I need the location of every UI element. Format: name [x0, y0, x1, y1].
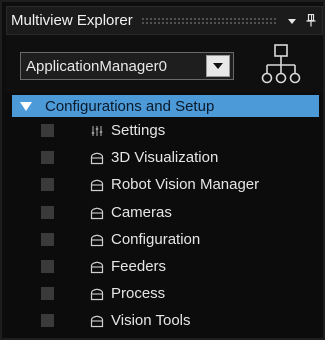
tree-item-settings[interactable]: Settings [6, 119, 323, 145]
expand-triangle-icon[interactable] [20, 101, 32, 111]
tree-item-checkbox[interactable] [41, 287, 54, 300]
application-selector-value: ApplicationManager0 [26, 57, 167, 75]
tree-node-configurations-and-setup[interactable]: Configurations and Setup [12, 95, 319, 117]
settings-sliders-icon [91, 126, 103, 136]
folder-icon [90, 315, 104, 328]
explorer-toolbar: ApplicationManager0 [6, 35, 323, 93]
panel-title: Multiview Explorer [11, 12, 133, 29]
explorer-tree: Configurations and Setup Settings 3D Vis… [6, 93, 323, 338]
folder-icon [90, 234, 104, 247]
panel-menu-button[interactable] [284, 13, 300, 29]
folder-icon [90, 179, 104, 192]
folder-icon [90, 152, 104, 165]
tree-item-checkbox[interactable] [41, 314, 54, 327]
tree-item-label: Process [111, 285, 166, 302]
tree-item-label: 3D Visualization [111, 149, 219, 166]
tree-item-process[interactable]: Process [6, 282, 323, 308]
tree-item-cameras[interactable]: Cameras [6, 201, 323, 227]
tree-item-vision-tools[interactable]: Vision Tools [6, 309, 323, 335]
tree-item-checkbox[interactable] [41, 151, 54, 164]
tree-item-label: Feeders [111, 258, 167, 275]
tree-item-3d-visualization[interactable]: 3D Visualization [6, 146, 323, 172]
tree-item-checkbox[interactable] [41, 206, 54, 219]
tree-item-label: Cameras [111, 204, 172, 221]
tree-item-robot-vision-manager[interactable]: Robot Vision Manager [6, 173, 323, 199]
multiview-explorer-panel: Multiview Explorer ApplicationManager0 C… [0, 0, 325, 340]
folder-icon [90, 261, 104, 274]
tree-item-checkbox[interactable] [41, 178, 54, 191]
folder-icon [90, 288, 104, 301]
tree-item-label: Configuration [111, 231, 201, 248]
tree-node-label: Configurations and Setup [45, 97, 215, 115]
pin-icon [306, 14, 316, 27]
application-selector[interactable]: ApplicationManager0 [20, 52, 234, 80]
folder-icon [90, 207, 104, 220]
title-grip[interactable] [140, 17, 278, 24]
dropdown-arrow-icon [288, 18, 296, 24]
tree-item-feeders[interactable]: Feeders [6, 255, 323, 281]
chevron-down-icon [213, 63, 223, 69]
pin-button[interactable] [303, 13, 319, 29]
tree-item-label: Robot Vision Manager [111, 176, 260, 193]
tree-item-label: Vision Tools [111, 312, 191, 329]
tree-item-checkbox[interactable] [41, 233, 54, 246]
tree-item-label: Settings [111, 122, 166, 139]
panel-title-bar: Multiview Explorer [6, 6, 323, 35]
hierarchy-icon[interactable] [261, 43, 301, 85]
tree-item-checkbox[interactable] [41, 124, 54, 137]
tree-item-checkbox[interactable] [41, 260, 54, 273]
application-selector-dropdown-button[interactable] [206, 55, 230, 77]
tree-item-configuration[interactable]: Configuration [6, 228, 323, 254]
